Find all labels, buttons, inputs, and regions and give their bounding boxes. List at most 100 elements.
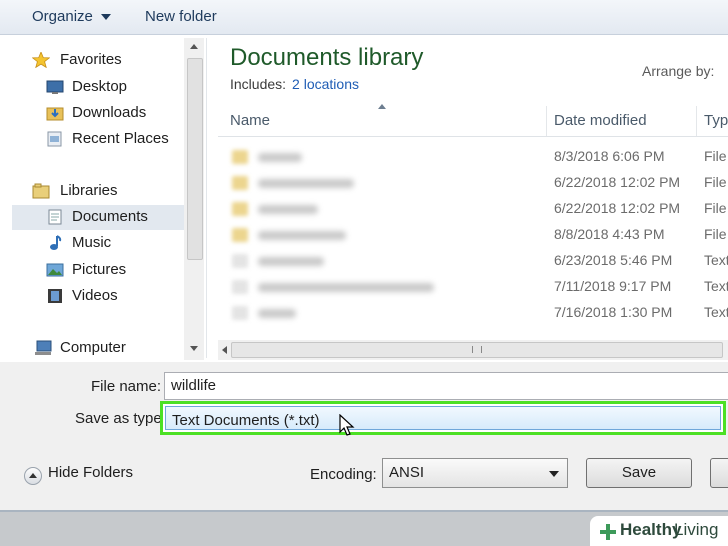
- film-strip-icon: [48, 289, 62, 303]
- desktop-icon: [46, 80, 64, 94]
- grip-icon: [472, 346, 482, 353]
- save-as-type-label: Save as type:: [75, 410, 166, 427]
- nav-videos-label: Videos: [72, 287, 118, 304]
- mouse-cursor-icon: [339, 414, 355, 436]
- nav-documents-label: Documents: [72, 208, 148, 225]
- file-type: File: [704, 148, 727, 164]
- sort-ascending-icon: [378, 104, 386, 109]
- file-row[interactable]: 8/8/2018 4:43 PM File: [218, 222, 728, 248]
- file-date: 6/22/2018 12:02 PM: [554, 174, 681, 190]
- file-name-blurred: [258, 231, 346, 240]
- horizontal-scroll-thumb[interactable]: [231, 342, 723, 358]
- file-date: 8/3/2018 6:06 PM: [554, 148, 665, 164]
- watermark-text-living: Living: [674, 520, 719, 539]
- file-date: 7/11/2018 9:17 PM: [554, 278, 672, 294]
- scroll-left-arrow-icon[interactable]: [222, 346, 227, 354]
- computer-icon: [35, 340, 52, 355]
- file-name-blurred: [258, 179, 354, 188]
- file-name-blurred: [258, 309, 296, 318]
- folder-icon: [232, 176, 248, 190]
- file-name-blurred: [258, 153, 302, 162]
- organize-button[interactable]: Organize: [32, 8, 111, 25]
- file-date: 7/16/2018 1:30 PM: [554, 304, 673, 320]
- column-separator[interactable]: [696, 106, 697, 136]
- folder-icon: [232, 202, 248, 216]
- nav-computer[interactable]: Computer: [30, 336, 204, 360]
- save-button[interactable]: Save: [586, 458, 692, 488]
- collapse-arrow-icon[interactable]: [24, 467, 42, 485]
- watermark-text-healthy: Healthy: [620, 520, 682, 539]
- file-row[interactable]: 8/3/2018 6:06 PM File: [218, 144, 728, 170]
- music-note-icon: [50, 235, 62, 250]
- recent-places-icon: [47, 131, 62, 147]
- column-type[interactable]: Typ: [704, 112, 728, 129]
- nav-pictures-label: Pictures: [72, 261, 127, 278]
- file-name-value: wildlife: [171, 377, 217, 394]
- file-row[interactable]: 7/16/2018 1:30 PM Text: [218, 300, 728, 326]
- chevron-down-icon: [100, 14, 111, 21]
- file-type: Text: [704, 252, 728, 268]
- plus-logo-icon: [600, 524, 616, 540]
- file-date: 6/22/2018 12:02 PM: [554, 200, 681, 216]
- column-header-bar: [218, 106, 728, 137]
- nav-favorites[interactable]: Favorites: [30, 48, 204, 72]
- file-date: 6/23/2018 5:46 PM: [554, 252, 673, 268]
- arrange-by-label[interactable]: Arrange by:: [642, 63, 714, 79]
- documents-icon: [48, 209, 62, 225]
- libraries-icon: [32, 183, 50, 199]
- text-file-icon: [232, 306, 248, 320]
- file-type: Text: [704, 278, 728, 294]
- file-name-blurred: [258, 283, 434, 292]
- new-folder-button[interactable]: New folder: [145, 8, 217, 25]
- text-file-icon: [232, 280, 248, 294]
- nav-scroll-thumb[interactable]: [187, 58, 203, 260]
- up-arrow-icon: [29, 473, 37, 478]
- file-name-input[interactable]: wildlife: [164, 372, 728, 400]
- file-type: File: [704, 200, 727, 216]
- downloads-folder-icon: [46, 107, 64, 121]
- includes-label: Includes:: [230, 76, 287, 92]
- column-name[interactable]: Name: [230, 112, 270, 129]
- hide-folders-button[interactable]: Hide Folders: [48, 464, 133, 481]
- file-name-blurred: [258, 205, 318, 214]
- save-as-type-value: Text Documents (*.txt): [172, 412, 320, 429]
- chevron-down-icon: [549, 471, 559, 477]
- scroll-down-arrow-icon[interactable]: [190, 346, 198, 351]
- encoding-dropdown[interactable]: ANSI: [382, 458, 568, 488]
- nav-recent-places-label: Recent Places: [72, 130, 169, 147]
- file-row[interactable]: 6/23/2018 5:46 PM Text: [218, 248, 728, 274]
- file-row[interactable]: 6/22/2018 12:02 PM File: [218, 196, 728, 222]
- encoding-label: Encoding:: [310, 466, 377, 483]
- nav-libraries[interactable]: Libraries: [30, 179, 204, 203]
- file-date: 8/8/2018 4:43 PM: [554, 226, 665, 242]
- file-type: Text: [704, 304, 728, 320]
- nav-desktop-label: Desktop: [72, 78, 128, 95]
- file-type: File: [704, 174, 727, 190]
- column-separator[interactable]: [546, 106, 547, 136]
- folder-icon: [232, 150, 248, 164]
- file-row[interactable]: 6/22/2018 12:02 PM File: [218, 170, 728, 196]
- organize-label: Organize: [32, 8, 93, 25]
- nav-favorites-label: Favorites: [60, 51, 122, 68]
- nav-computer-label: Computer: [60, 339, 126, 356]
- file-row[interactable]: 7/11/2018 9:17 PM Text: [218, 274, 728, 300]
- library-includes: Includes: 2 locations: [230, 76, 359, 92]
- library-title: Documents library: [230, 44, 424, 71]
- locations-link[interactable]: 2 locations: [292, 76, 359, 92]
- folder-icon: [232, 228, 248, 242]
- save-as-type-dropdown[interactable]: Text Documents (*.txt): [160, 401, 726, 435]
- text-file-icon: [232, 254, 248, 268]
- star-icon: [32, 52, 50, 68]
- nav-libraries-label: Libraries: [60, 182, 118, 199]
- file-name-label: File name:: [91, 378, 162, 395]
- file-name-blurred: [258, 257, 324, 266]
- scroll-up-arrow-icon[interactable]: [190, 44, 198, 49]
- nav-music-label: Music: [72, 234, 112, 251]
- file-type: File: [704, 226, 727, 242]
- column-date-modified[interactable]: Date modified: [554, 112, 647, 129]
- encoding-value: ANSI: [389, 464, 425, 481]
- cancel-button[interactable]: [710, 458, 728, 488]
- save-as-type-field[interactable]: Text Documents (*.txt): [165, 406, 721, 430]
- pictures-icon: [46, 263, 64, 277]
- nav-downloads-label: Downloads: [72, 104, 147, 121]
